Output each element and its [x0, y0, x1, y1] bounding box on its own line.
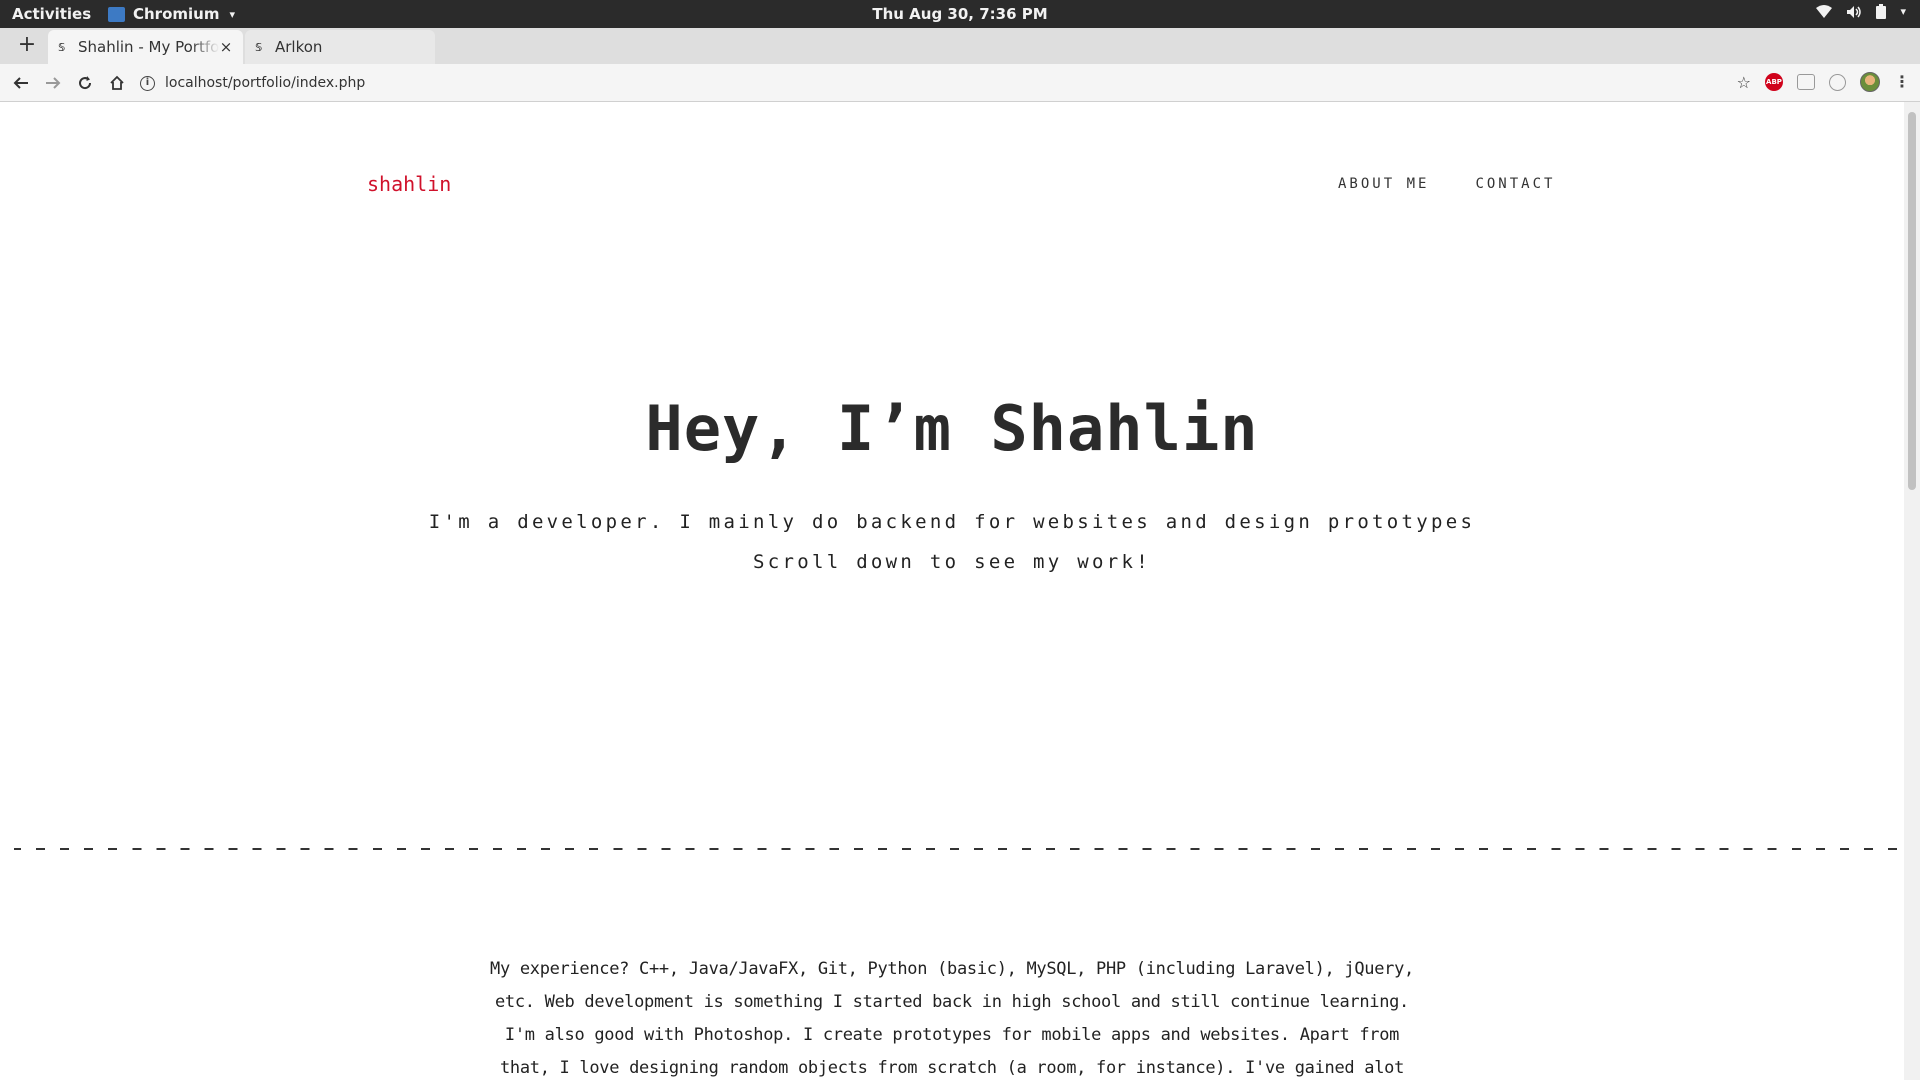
address-bar[interactable]: i localhost/portfolio/index.php — [140, 70, 365, 96]
site-nav: ABOUT ME CONTACT — [1338, 176, 1555, 192]
bookmark-star-icon[interactable]: ☆ — [1737, 73, 1751, 92]
favicon-icon: 𝕤 — [255, 39, 263, 55]
system-top-bar: Activities Chromium ▾ Thu Aug 30, 7:36 P… — [0, 0, 1920, 28]
page-scrollbar[interactable] — [1904, 102, 1920, 1080]
home-button[interactable] — [106, 72, 128, 94]
new-tab-button[interactable]: + — [16, 34, 38, 56]
hero-subtitle: I'm a developer. I mainly do backend for… — [428, 511, 1476, 533]
wifi-icon — [1816, 4, 1833, 19]
site-logo[interactable]: shahlin — [367, 172, 451, 196]
volume-icon — [1846, 5, 1862, 19]
extension-icon[interactable] — [1797, 74, 1815, 90]
forward-arrow-icon — [46, 77, 61, 89]
clock[interactable]: Thu Aug 30, 7:36 PM — [0, 5, 1920, 23]
browser-menu-icon[interactable]: ⋮ — [1894, 74, 1910, 90]
tab-title: Arlkon — [275, 38, 323, 56]
back-arrow-icon — [13, 77, 28, 89]
page-viewport: shahlin ABOUT ME CONTACT Hey, I’m Shahli… — [0, 102, 1904, 1080]
forward-button[interactable] — [42, 72, 64, 94]
extension-circle-icon[interactable] — [1829, 73, 1846, 91]
scrollbar-thumb[interactable] — [1908, 112, 1916, 490]
favicon-icon: 𝕤 — [58, 39, 66, 55]
tab-title: Shahlin - My Portfolio — [78, 38, 219, 56]
tab-strip: + 𝕤 Shahlin - My Portfolio × 𝕤 Arlkon – … — [0, 28, 1920, 80]
system-menu-chevron-icon: ▾ — [1900, 5, 1906, 18]
reload-button[interactable] — [74, 72, 96, 94]
reload-icon — [79, 76, 92, 90]
system-tray[interactable]: ▾ — [1816, 4, 1906, 19]
tab-arlkon[interactable]: 𝕤 Arlkon — [245, 30, 435, 64]
hero-title: Hey, I’m Shahlin — [645, 392, 1259, 465]
nav-contact[interactable]: CONTACT — [1475, 176, 1555, 192]
adblock-plus-icon[interactable]: ABP — [1765, 73, 1783, 91]
battery-icon — [1876, 4, 1887, 19]
profile-avatar[interactable] — [1860, 72, 1880, 92]
url-text[interactable]: localhost/portfolio/index.php — [165, 75, 365, 91]
back-button[interactable] — [10, 72, 32, 94]
close-tab-icon[interactable]: × — [219, 38, 233, 56]
section-divider — [14, 848, 1898, 850]
info-icon[interactable]: i — [140, 75, 155, 91]
home-icon — [110, 75, 124, 90]
nav-about-me[interactable]: ABOUT ME — [1338, 176, 1429, 192]
hero-cta: Scroll down to see my work! — [753, 551, 1151, 573]
tab-portfolio[interactable]: 𝕤 Shahlin - My Portfolio × — [48, 30, 243, 64]
toolbar-actions: ☆ ABP ⋮ — [1737, 72, 1910, 92]
about-text: My experience? C++, Java/JavaFX, Git, Py… — [490, 959, 1414, 1078]
browser-toolbar: i localhost/portfolio/index.php ☆ ABP ⋮ — [0, 64, 1920, 102]
